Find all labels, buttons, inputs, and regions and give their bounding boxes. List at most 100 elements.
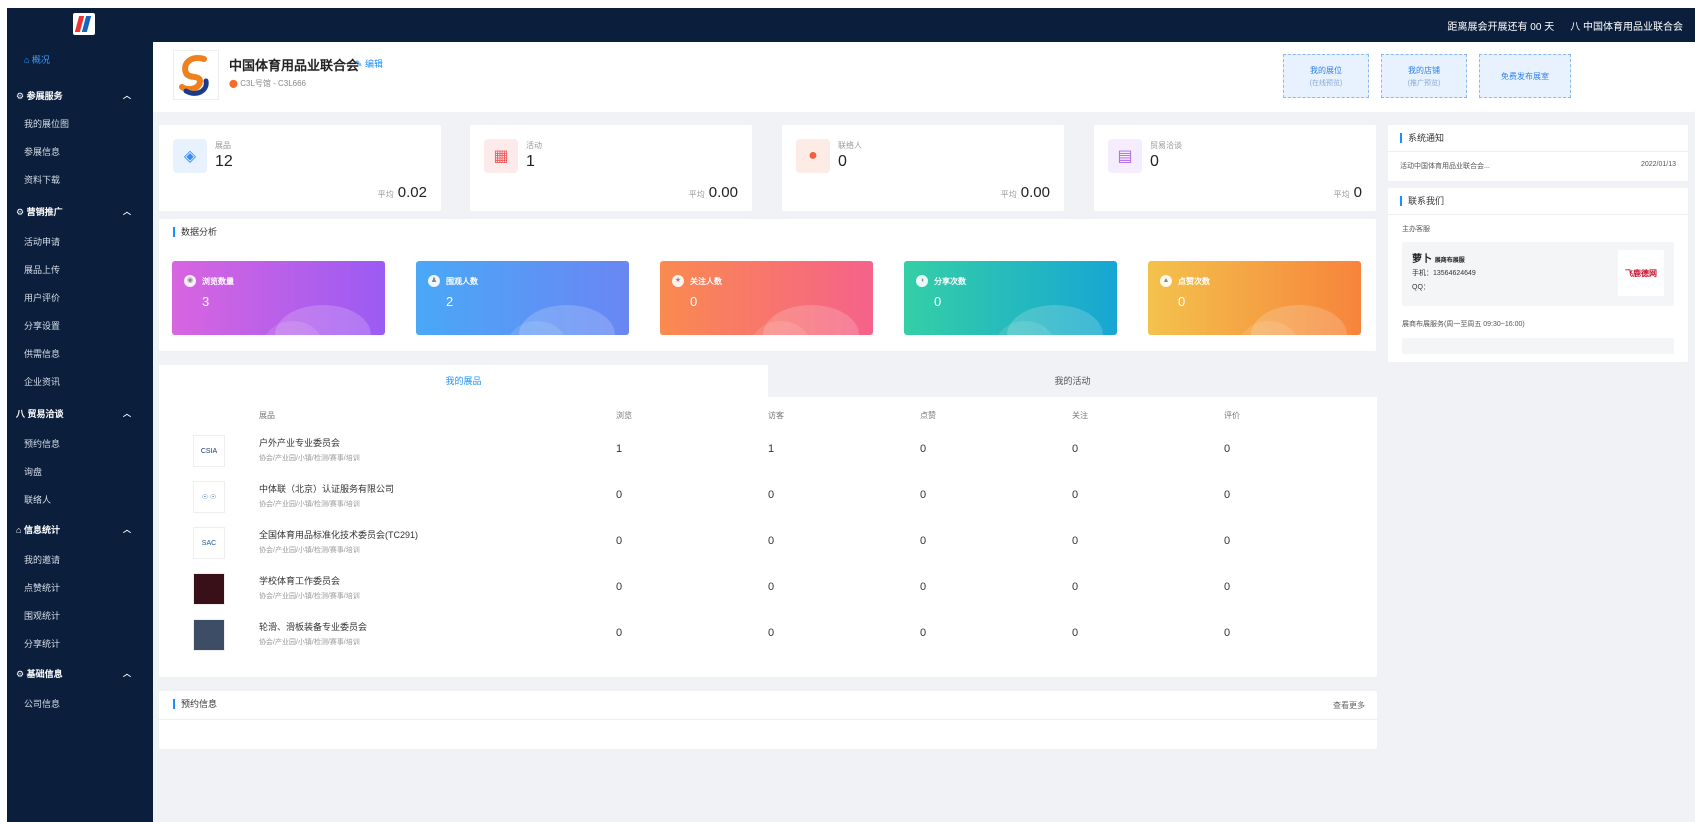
exhibit-name[interactable]: 户外产业专业委员会 (259, 436, 340, 449)
table-cell: 0 (1224, 581, 1231, 593)
user-icon: ● (796, 139, 830, 173)
table-cell: 0 (616, 489, 623, 501)
table-cell: 0 (1072, 443, 1079, 455)
stat-card-contacts: ● 联络人 0 平均 0.00 (782, 125, 1064, 211)
sidebar-item-invitations[interactable]: 我的邀请 (7, 550, 153, 570)
sidebar-item-supply-demand[interactable]: 供需信息 (7, 344, 153, 364)
app-window: 距离展会开展还有 00 天 八 中国体育用品业联合会 ⌂ 概况 ⚙ 参展服务 ︿ … (7, 8, 1695, 822)
chat-icon: ▤ (1108, 139, 1142, 173)
table-cell: 0 (1072, 581, 1079, 593)
contact-panel: 联系我们 主办客服 萝卜 展商布展服 手机：13564624649 QQ： 飞鹿… (1388, 188, 1688, 362)
sidebar-item-exhibit-info[interactable]: 参展信息 (7, 142, 153, 162)
stat-card-trade: ▤ 贸易洽谈 0 平均 0 (1094, 125, 1376, 211)
panel-title: 数据分析 (173, 227, 217, 237)
exhibit-name[interactable]: 中体联（北京）认证服务有限公司 (259, 482, 394, 495)
star-icon: ★ (672, 275, 684, 287)
exhibit-category: 协会/产业园/小镇/检测/赛事/培训 (259, 455, 360, 462)
sidebar-item-company-news[interactable]: 企业资讯 (7, 372, 153, 392)
gift-icon: ▦ (484, 139, 518, 173)
sidebar-item-view-stats[interactable]: 围观统计 (7, 606, 153, 626)
countdown-notice: 距离展会开展还有 00 天 (1447, 21, 1555, 33)
sidebar-item-user-reviews[interactable]: 用户评价 (7, 288, 153, 308)
edit-company-link[interactable]: ✎ 编辑 (355, 57, 383, 70)
sidebar-item-share-settings[interactable]: 分享设置 (7, 316, 153, 336)
chevron-up-icon: ︿ (123, 525, 131, 534)
sidebar-item-product-upload[interactable]: 展品上传 (7, 260, 153, 280)
sidebar-item-like-stats[interactable]: 点赞统计 (7, 578, 153, 598)
table-cell: 0 (920, 627, 927, 639)
gear-icon: ⚙ (16, 669, 27, 679)
stat-average: 平均 0 (1333, 184, 1362, 201)
stat-value: 1 (526, 153, 535, 170)
sidebar-item-downloads[interactable]: 资料下载 (7, 170, 153, 190)
account-menu[interactable]: 八 中国体育用品业联合会 (1570, 18, 1683, 33)
table-cell: 0 (768, 581, 775, 593)
sidebar-item-share-stats[interactable]: 分享统计 (7, 634, 153, 654)
contact-name: 萝卜 (1412, 254, 1432, 265)
system-notice-panel: 系统通知 活动中国体育用品业联合会... 2022/01/13 (1388, 125, 1688, 181)
stat-card-exhibits: ◈ 展品 12 平均 0.02 (159, 125, 441, 211)
sidebar-item-activity-apply[interactable]: 活动申请 (7, 232, 153, 252)
table-cell: 0 (768, 535, 775, 547)
metric-views[interactable]: ◉ 浏览数量 3 (172, 261, 385, 335)
stat-label: 联络人 (838, 141, 862, 150)
metric-followers[interactable]: ★ 关注人数 0 (660, 261, 873, 335)
my-shop-button[interactable]: 我的店铺 (推广预览) (1381, 54, 1467, 98)
service-hours: 展商布展服务(周一至周五 09:30~16:00) (1402, 321, 1525, 328)
sidebar-item-booth-map[interactable]: 我的展位图 (7, 114, 153, 134)
table-cell: 1 (616, 443, 623, 455)
panel-title: 预约信息 (173, 699, 217, 709)
sidebar-group-exhibit-service[interactable]: ⚙ 参展服务 ︿ (7, 86, 153, 106)
table-cell: 0 (1224, 535, 1231, 547)
sidebar-item-overview[interactable]: ⌂ 概况 (7, 50, 153, 70)
table-cell: 0 (768, 627, 775, 639)
exhibit-thumbnail[interactable] (193, 619, 225, 651)
column-header-visitors: 访客 (768, 411, 784, 420)
appointments-panel: 预约信息 查看更多 (159, 691, 1377, 749)
sidebar-item-company-info[interactable]: 公司信息 (7, 694, 153, 714)
exhibit-thumbnail[interactable]: ☉ ☉ (193, 481, 225, 513)
metric-likes[interactable]: ▲ 点赞次数 0 (1148, 261, 1361, 335)
stat-value: 0 (838, 153, 847, 170)
sidebar-group-statistics[interactable]: ⌂ 信息统计 ︿ (7, 520, 153, 540)
stat-average: 平均 0.00 (1000, 184, 1050, 201)
exhibit-name[interactable]: 轮滑、滑板装备专业委员会 (259, 620, 367, 633)
exhibit-category: 协会/产业园/小镇/检测/赛事/培训 (259, 639, 360, 646)
tab-my-activities[interactable]: 我的活动 (768, 365, 1377, 397)
sidebar-item-inquiries[interactable]: 询盘 (7, 462, 153, 482)
free-publish-button[interactable]: 免费发布展室 (1479, 54, 1571, 98)
sidebar-group-marketing[interactable]: ⚙ 营销推广 ︿ (7, 202, 153, 222)
metric-shares[interactable]: ◑ 分享次数 0 (904, 261, 1117, 335)
company-logo (173, 50, 219, 100)
exhibit-name[interactable]: 全国体育用品标准化技术委员会(TC291) (259, 528, 418, 541)
my-booth-button[interactable]: 我的展位 (在线预览) (1283, 54, 1369, 98)
table-cell: 0 (1072, 627, 1079, 639)
table-cell: 1 (768, 443, 775, 455)
contact-qq: QQ： (1412, 284, 1430, 291)
exhibit-thumbnail[interactable]: CSIA (193, 435, 225, 467)
contact-role: 展商布展服 (1434, 258, 1465, 264)
sidebar-item-contacts[interactable]: 联络人 (7, 490, 153, 510)
view-more-link[interactable]: 查看更多 (1333, 700, 1365, 711)
table-cell: 0 (1072, 489, 1079, 501)
notice-item[interactable]: 活动中国体育用品业联合会... (1400, 161, 1490, 171)
contact-input[interactable] (1402, 338, 1674, 354)
chevron-up-icon: ︿ (123, 669, 131, 678)
people-icon: 八 (16, 409, 28, 419)
metric-onlookers[interactable]: ♟ 围观人数 2 (416, 261, 629, 335)
tab-my-exhibits[interactable]: 我的展品 (159, 365, 768, 397)
sidebar-item-appointments[interactable]: 预约信息 (7, 434, 153, 454)
sidebar-group-basic-info[interactable]: ⚙ 基础信息 ︿ (7, 664, 153, 684)
exhibit-thumbnail[interactable]: SAC (193, 527, 225, 559)
exhibit-thumbnail[interactable] (193, 573, 225, 605)
exhibit-name[interactable]: 学校体育工作委员会 (259, 574, 340, 587)
sidebar-group-trade[interactable]: 八 贸易洽谈 ︿ (7, 404, 153, 424)
user-icon: 八 (1570, 21, 1583, 33)
eye-icon: ◉ (184, 275, 196, 287)
exhibit-category: 协会/产业园/小镇/检测/赛事/培训 (259, 547, 360, 554)
stat-label: 展品 (215, 141, 231, 150)
app-logo[interactable] (73, 13, 95, 35)
exhibit-tabs: 我的展品 我的活动 (159, 365, 1377, 397)
table-cell: 0 (616, 581, 623, 593)
location-pin-icon: ⬤ (229, 79, 241, 88)
